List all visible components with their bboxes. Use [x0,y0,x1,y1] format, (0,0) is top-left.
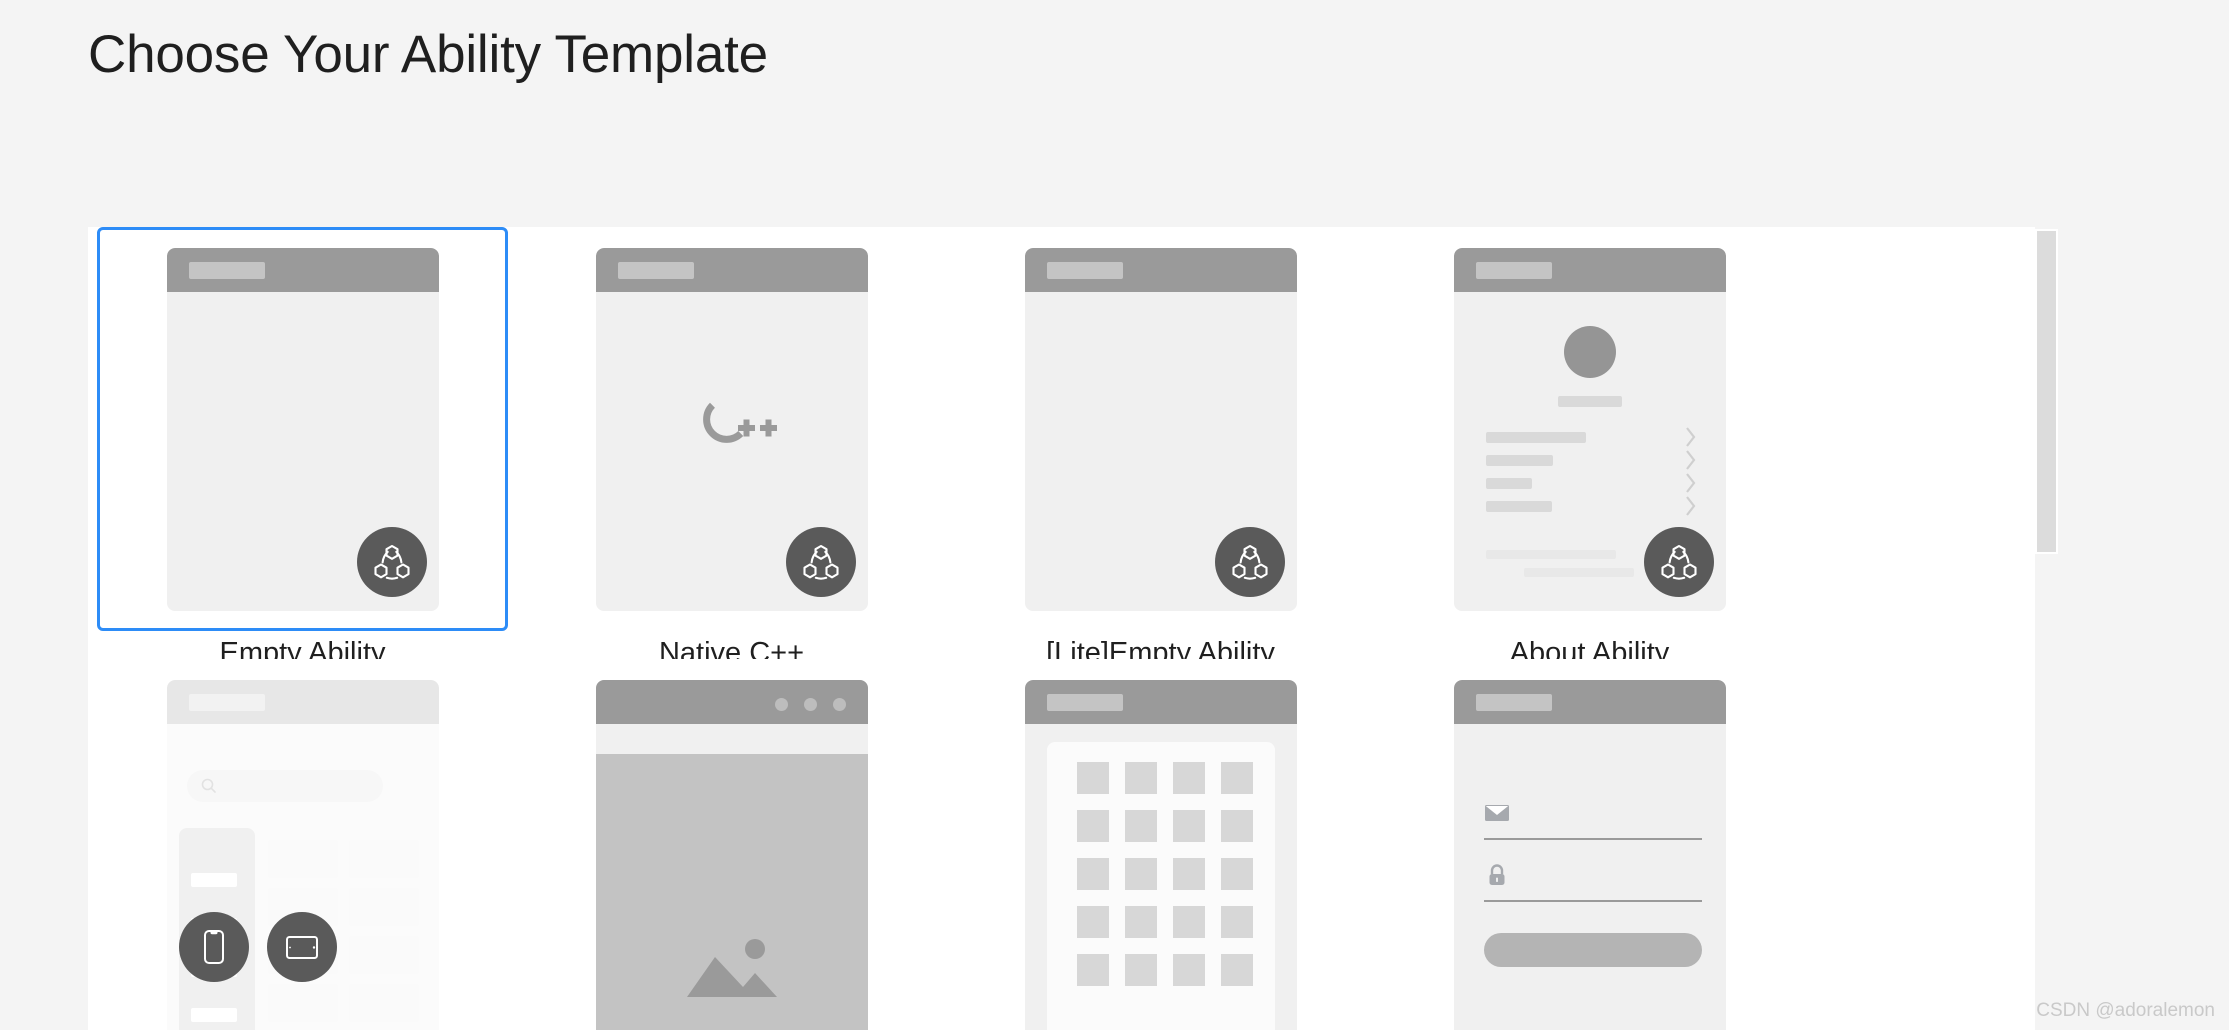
template-preview-about [1453,248,1726,611]
template-card-frame[interactable] [1384,227,1795,631]
window-dots-icon [774,698,846,711]
footer-text-line [1523,568,1634,577]
preview-search-field [186,770,383,802]
ability-icon [1214,527,1285,597]
preview-header-bar [1453,680,1726,724]
preview-tile [348,936,419,974]
mail-icon [1484,800,1510,826]
preview-chip [190,1008,237,1022]
lock-icon [1484,862,1510,888]
template-card-frame[interactable] [526,227,937,631]
template-preview-login [1453,680,1726,1030]
preview-header-bar [166,680,439,724]
template-card-empty-ability[interactable]: Empty Ability [88,227,517,669]
search-icon [201,778,216,793]
template-preview-multi-device [166,680,439,1030]
list-item[interactable] [1485,450,1698,470]
list-item-label [1485,501,1552,512]
template-card-lite-empty-ability[interactable]: [Lite]Empty Ability [946,227,1375,669]
template-card-frame[interactable] [1384,659,1795,1030]
preview-chip [190,873,237,887]
template-preview-empty [166,248,439,611]
ability-icon [785,527,856,597]
template-preview-grid [1024,680,1297,1030]
template-grid: Empty Ability Native C++ [Lite]Empty Abi… [88,227,1848,1030]
email-field-underline [1483,838,1702,840]
template-card-grid[interactable] [946,659,1375,1030]
template-scroll-area[interactable]: Empty Ability Native C++ [Lite]Empty Abi… [88,227,2038,1030]
preview-title-placeholder [1475,694,1552,711]
password-field-underline [1483,900,1702,902]
template-card-native-cpp[interactable]: Native C++ [517,227,946,669]
preview-tile [348,984,419,1022]
phone-icon [178,912,249,982]
list-item-label [1485,432,1586,443]
preview-title-placeholder [1046,262,1123,279]
scrollbar-thumb[interactable] [2035,229,2058,554]
preview-title-placeholder [1475,262,1552,279]
list-item-label [1485,478,1532,489]
toolbar: Template Market Search [0,145,2229,348]
ability-icon [356,527,427,597]
template-preview-lite-empty [1024,248,1297,611]
list-item[interactable] [1485,427,1698,447]
template-card-frame[interactable] [97,659,508,1030]
preview-toolbar-strip [595,724,868,754]
image-placeholder-icon [685,935,779,1001]
template-card-login[interactable] [1375,659,1804,1030]
avatar-name-placeholder [1557,396,1622,407]
template-preview-image-gallery [595,680,868,1030]
preview-header-bar [1453,248,1726,292]
watermark: CSDN @adoralemon [2036,1000,2215,1021]
preview-grid-cells [1076,762,1259,986]
page-title: Choose Your Ability Template [88,25,768,84]
list-item-label [1485,455,1553,466]
template-card-frame[interactable] [97,227,508,631]
preview-tile [267,984,338,1022]
ability-icon [1643,527,1714,597]
template-card-image-gallery[interactable] [517,659,946,1030]
preview-header-bar [595,248,868,292]
footer-text-line [1485,550,1616,559]
template-card-frame[interactable] [955,227,1366,631]
chevron-right-icon [1685,496,1695,516]
preview-header-bar [1024,680,1297,724]
preview-title-placeholder [617,262,694,279]
preview-tile [348,888,419,926]
template-card-about-ability[interactable]: About Ability [1375,227,1804,669]
avatar [1563,326,1616,378]
login-button [1483,933,1702,967]
preview-tile [267,840,338,878]
preview-header-bar [1024,248,1297,292]
list-item[interactable] [1485,496,1698,516]
template-card-frame[interactable] [526,659,937,1030]
preview-header-bar [166,248,439,292]
template-preview-cpp [595,248,868,611]
template-card-multi-device[interactable] [88,659,517,1030]
preview-header-bar [595,680,868,724]
template-card-frame[interactable] [955,659,1366,1030]
list-item[interactable] [1485,473,1698,493]
cpp-logo-icon [676,398,788,462]
preview-title-placeholder [188,262,265,279]
tablet-icon [266,912,337,982]
preview-tile [348,840,419,878]
preview-grid-panel [1046,742,1275,1030]
preview-title-placeholder [188,694,265,711]
preview-title-placeholder [1046,694,1123,711]
